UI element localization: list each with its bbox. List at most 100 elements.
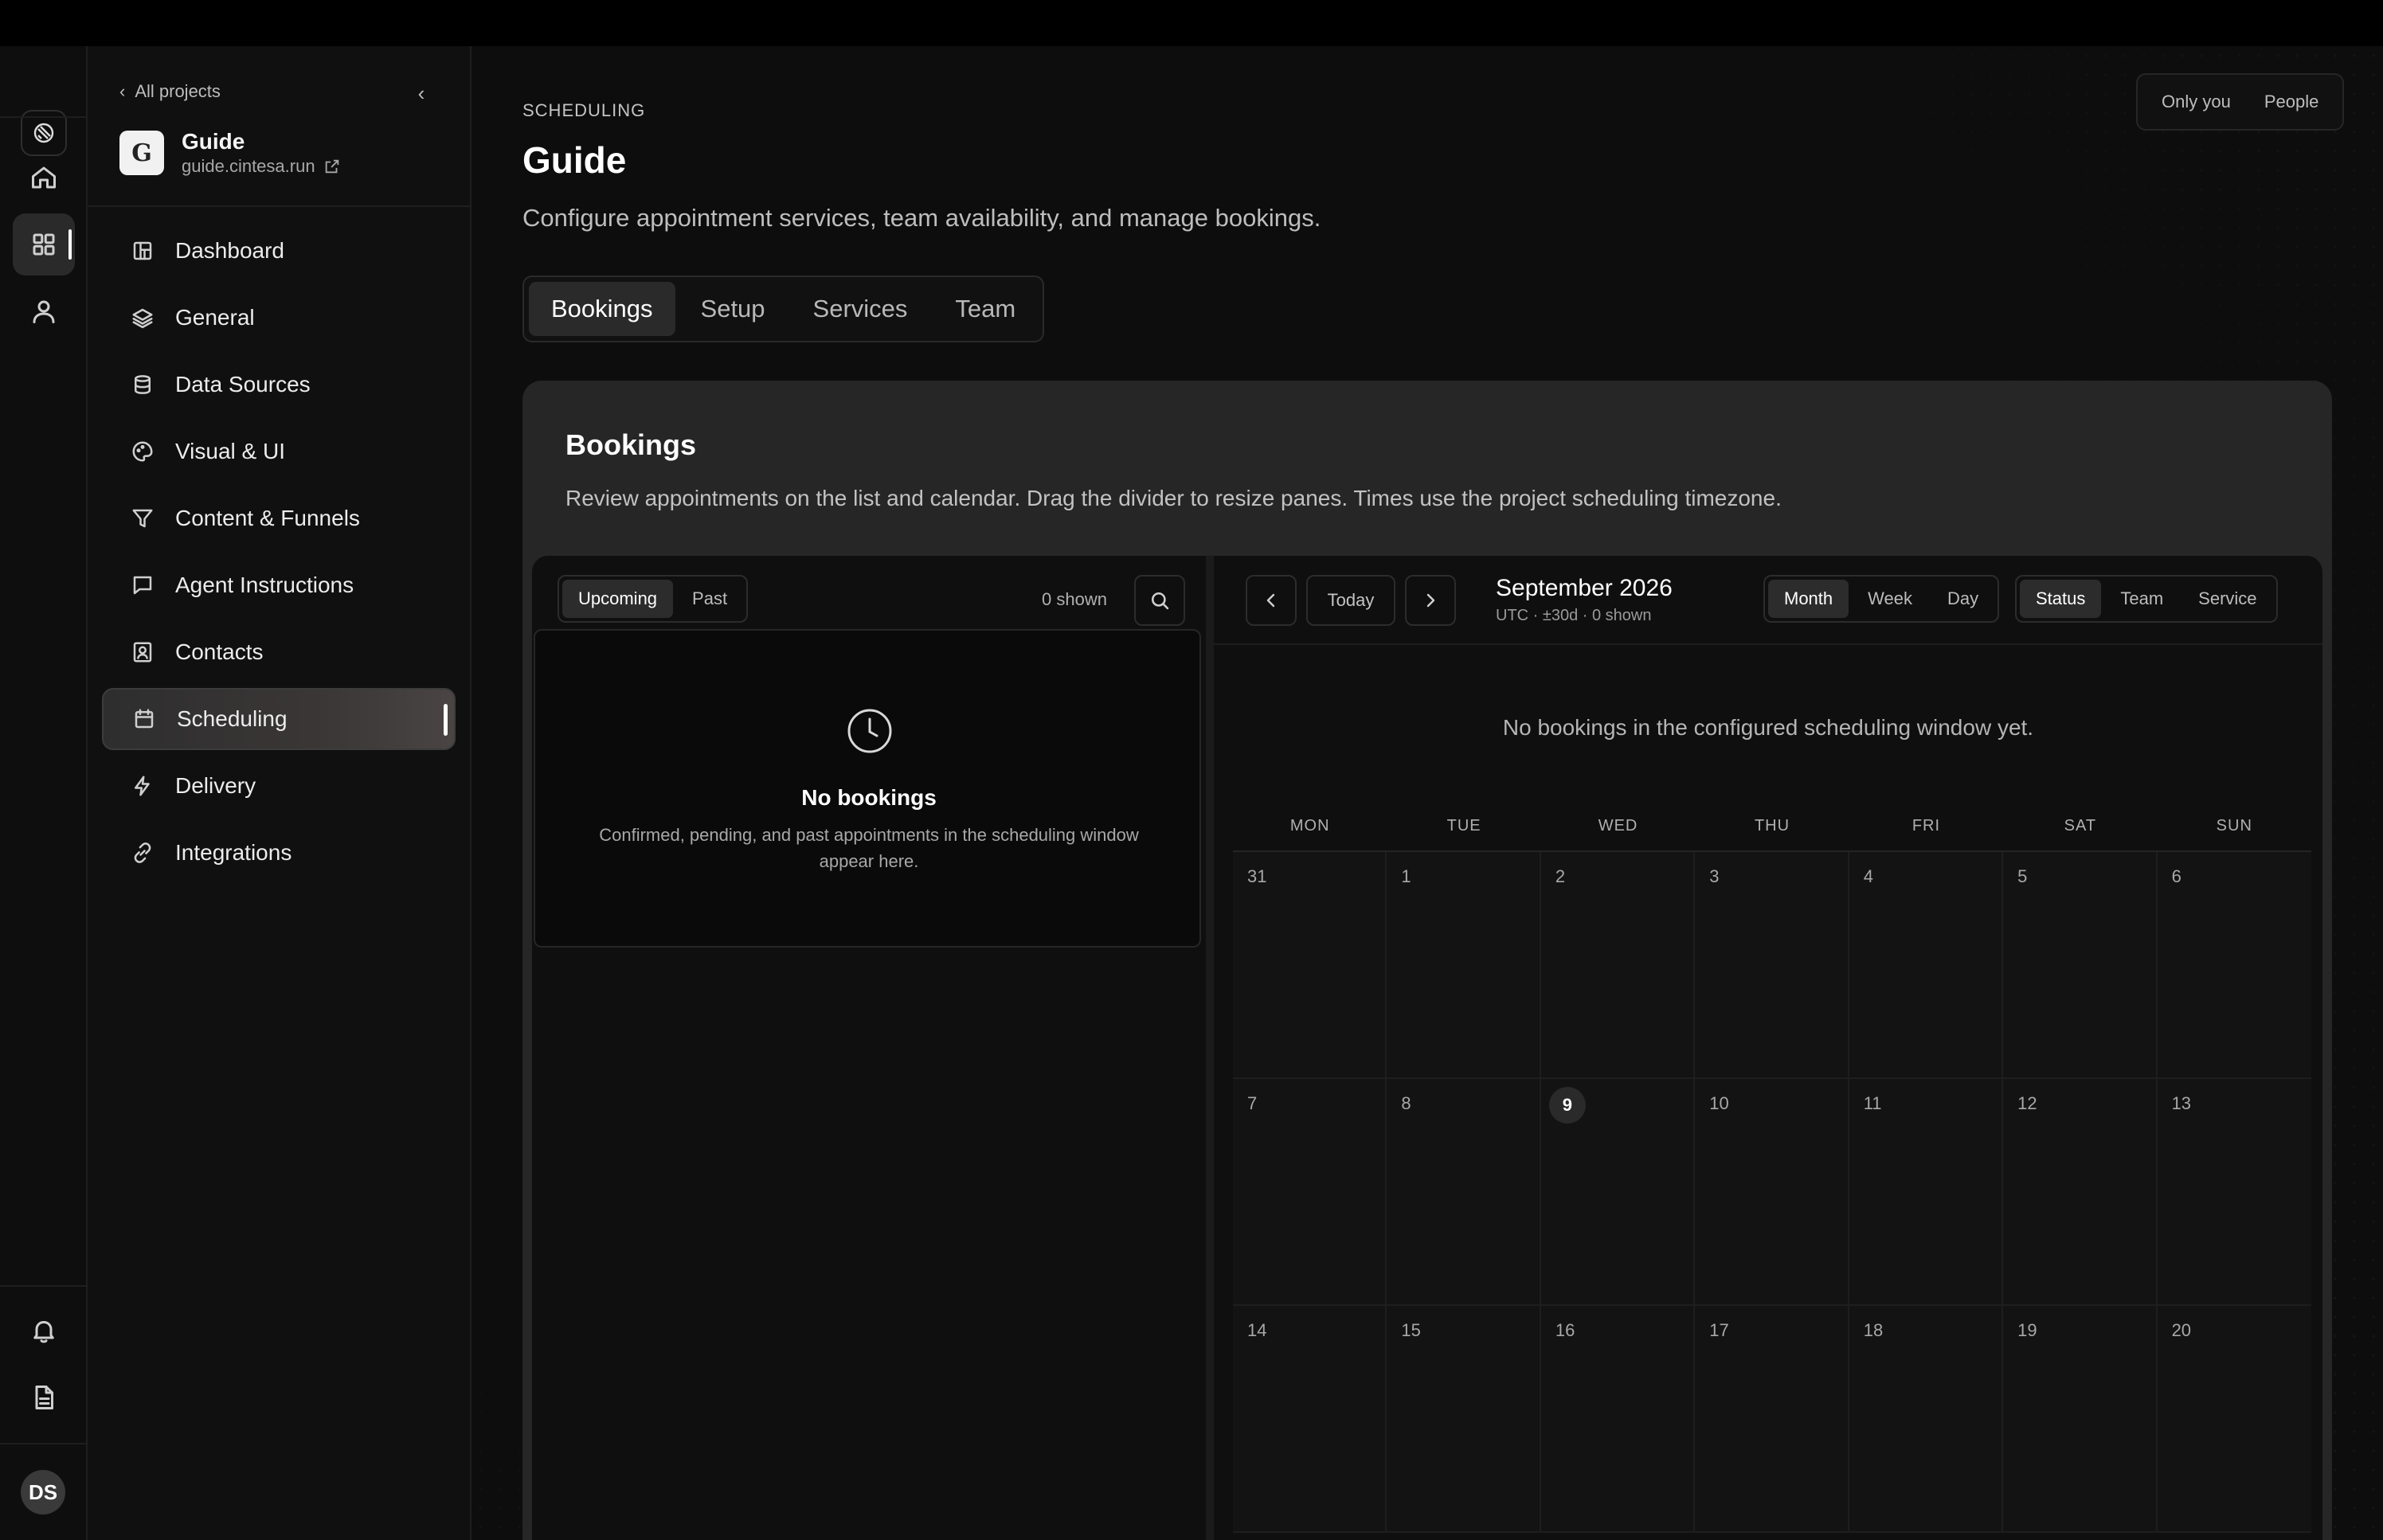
sidebar-item-agent-instructions[interactable]: Agent Instructions xyxy=(102,554,456,616)
group-status[interactable]: Status xyxy=(2020,580,2102,618)
tab-bookings[interactable]: Bookings xyxy=(529,282,675,336)
day-number: 5 xyxy=(2017,866,2028,886)
project-name: Guide xyxy=(182,129,245,154)
day-number: 15 xyxy=(1401,1320,1421,1340)
page-title: Guide xyxy=(522,139,627,181)
day-number: 31 xyxy=(1247,866,1267,886)
previous-month-button[interactable] xyxy=(1246,575,1297,626)
weekday-label: WED xyxy=(1598,817,1638,834)
document-icon xyxy=(35,1386,53,1409)
group-team[interactable]: Team xyxy=(2104,580,2179,618)
weekday-label: FRI xyxy=(1911,817,1941,834)
calendar-day[interactable]: 17 xyxy=(1695,1306,1849,1533)
calendar-day[interactable]: 10 xyxy=(1695,1079,1849,1306)
rail-docs-button[interactable] xyxy=(13,1366,75,1429)
sidebar-item-data-sources[interactable]: Data Sources xyxy=(102,354,456,416)
sidebar-item-scheduling[interactable]: Scheduling xyxy=(102,688,456,750)
calendar-day[interactable]: 5 xyxy=(2003,852,2158,1079)
palette-icon xyxy=(132,441,153,462)
day-number: 13 xyxy=(2171,1093,2192,1113)
card-description: Review appointments on the list and cale… xyxy=(565,486,1782,510)
group-service[interactable]: Service xyxy=(2182,580,2272,618)
rail-divider xyxy=(0,116,88,118)
tab-services[interactable]: Services xyxy=(791,282,930,336)
sidebar-item-general[interactable]: General xyxy=(102,287,456,349)
calendar-empty-message: No bookings in the configured scheduling… xyxy=(1502,715,2034,740)
all-projects-link[interactable]: ‹ All projects xyxy=(119,81,221,102)
calendar-day[interactable]: 2 xyxy=(1540,852,1696,1079)
sidebar-item-label: General xyxy=(175,305,255,330)
grid-icon xyxy=(33,233,55,256)
day-number: 2 xyxy=(1555,866,1566,886)
filter-upcoming[interactable]: Upcoming xyxy=(562,580,674,618)
weekday-label: SAT xyxy=(2064,817,2097,834)
empty-state-title: No bookings xyxy=(801,785,937,810)
sidebar-item-visual-ui[interactable]: Visual & UI xyxy=(102,420,456,483)
day-number: 11 xyxy=(1863,1093,1882,1113)
calendar-day[interactable]: 19 xyxy=(2003,1306,2158,1533)
weekday-label: THU xyxy=(1754,817,1790,834)
calendar-icon xyxy=(135,709,154,729)
contact-icon xyxy=(133,642,152,663)
next-month-button[interactable] xyxy=(1405,575,1456,626)
calendar-day[interactable]: 14 xyxy=(1233,1306,1387,1533)
calendar-day[interactable]: 8 xyxy=(1387,1079,1541,1306)
month-calendar: MON TUE WED THU FRI SAT SUN 31 1 2 3 4 5 6 7 8 9 10 11 12 1… xyxy=(1233,809,2311,1533)
filter-past[interactable]: Past xyxy=(676,580,743,618)
sidebar-item-label: Content & Funnels xyxy=(175,506,360,530)
people-option[interactable]: People xyxy=(2250,92,2334,112)
day-number: 4 xyxy=(1863,866,1873,886)
pane-resize-divider[interactable] xyxy=(1206,556,1214,1540)
view-day[interactable]: Day xyxy=(1931,580,1994,618)
empty-state-description: Confirmed, pending, and past appointment… xyxy=(599,825,1139,871)
user-icon xyxy=(33,300,55,323)
project-sidebar: ‹ All projects ‹ G Guide guide.cintesa.r… xyxy=(88,46,472,1540)
search-bookings-button[interactable] xyxy=(1134,575,1185,626)
search-icon xyxy=(1151,592,1169,610)
rail-account-button[interactable] xyxy=(13,280,75,342)
layers-icon xyxy=(132,308,153,329)
calendar-day[interactable]: 11 xyxy=(1849,1079,2004,1306)
calendar-day[interactable]: 31 xyxy=(1233,852,1387,1079)
scheduling-tabs: Bookings Setup Services Team xyxy=(522,276,1045,342)
calendar-day-today[interactable]: 9 xyxy=(1540,1079,1696,1306)
calendar-day[interactable]: 3 xyxy=(1695,852,1849,1079)
calendar-day[interactable]: 1 xyxy=(1387,852,1541,1079)
rail-divider-bottom xyxy=(0,1285,88,1287)
user-avatar[interactable]: DS xyxy=(21,1470,65,1515)
calendar-day[interactable]: 12 xyxy=(2003,1079,2158,1306)
window-top-bar xyxy=(0,0,2383,46)
today-button[interactable]: Today xyxy=(1306,575,1395,626)
calendar-day[interactable]: 18 xyxy=(1849,1306,2004,1533)
calendar-day[interactable]: 13 xyxy=(2157,1079,2311,1306)
sidebar-item-label: Dashboard xyxy=(175,238,284,263)
tab-setup[interactable]: Setup xyxy=(679,282,788,336)
collapse-sidebar-button[interactable]: ‹ xyxy=(409,81,433,105)
project-url-link[interactable]: guide.cintesa.run xyxy=(182,156,341,177)
sidebar-item-content-funnels[interactable]: Content & Funnels xyxy=(102,487,456,549)
rail-notifications-button[interactable] xyxy=(13,1300,75,1362)
calendar-day[interactable]: 20 xyxy=(2157,1306,2311,1533)
view-month[interactable]: Month xyxy=(1768,580,1849,618)
sidebar-item-label: Agent Instructions xyxy=(175,573,354,597)
calendar-day[interactable]: 16 xyxy=(1540,1306,1696,1533)
view-week[interactable]: Week xyxy=(1852,580,1928,618)
chevron-left-icon: ‹ xyxy=(417,80,425,105)
sidebar-item-delivery[interactable]: Delivery xyxy=(102,755,456,817)
link-icon xyxy=(134,842,151,863)
bookings-count: 0 shown xyxy=(1042,589,1107,609)
icon-rail: DS xyxy=(0,46,88,1540)
calendar-day[interactable]: 6 xyxy=(2157,852,2311,1079)
calendar-day[interactable]: 15 xyxy=(1387,1306,1541,1533)
rail-projects-button[interactable] xyxy=(13,213,75,276)
calendar-day[interactable]: 7 xyxy=(1233,1079,1387,1306)
only-you-option[interactable]: Only you xyxy=(2147,92,2245,112)
sidebar-item-contacts[interactable]: Contacts xyxy=(102,621,456,683)
visibility-toggle: Only you People xyxy=(2136,73,2345,131)
tab-team[interactable]: Team xyxy=(933,282,1038,336)
calendar-day[interactable]: 4 xyxy=(1849,852,2004,1079)
sidebar-item-dashboard[interactable]: Dashboard xyxy=(102,220,456,282)
main-content: Only you People SCHEDULING Guide Configu… xyxy=(472,46,2383,1540)
rail-home-button[interactable] xyxy=(13,147,75,209)
sidebar-item-integrations[interactable]: Integrations xyxy=(102,822,456,884)
